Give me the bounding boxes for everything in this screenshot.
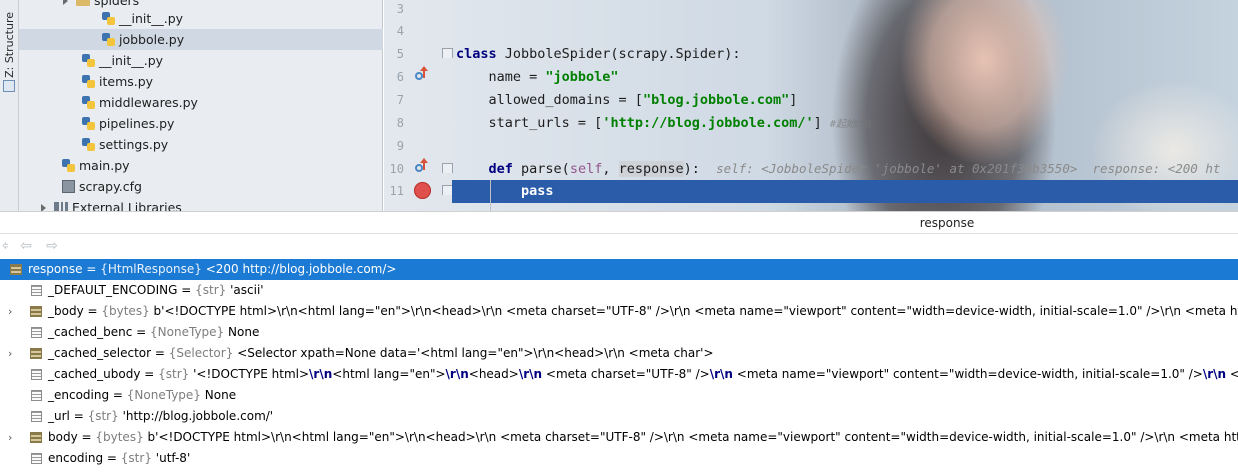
code-line-8: start_urls = ['http://blog.jobbole.com/'… bbox=[456, 115, 875, 131]
code-line-5: class JobboleSpider(scrapy.Spider): bbox=[456, 46, 741, 62]
tree-item-init-spiders[interactable]: __init__.py bbox=[19, 8, 383, 29]
editor-gutter[interactable]: 3 4 5 6 7 8 9 10 11 bbox=[384, 0, 453, 211]
field-icon bbox=[30, 306, 42, 317]
tree-item-scrapy-cfg[interactable]: scrapy.cfg bbox=[19, 176, 383, 197]
python-file-icon bbox=[102, 12, 115, 25]
line-number: 4 bbox=[396, 24, 404, 38]
field-icon bbox=[30, 432, 42, 443]
variable-icon bbox=[31, 285, 42, 296]
line-number: 3 bbox=[396, 2, 404, 16]
forward-arrow-icon[interactable]: ⇨ bbox=[44, 238, 60, 254]
line-number: 7 bbox=[396, 93, 404, 107]
line-number: 5 bbox=[396, 47, 404, 61]
variable-row-response[interactable]: response = {HtmlResponse} <200 http://bl… bbox=[0, 259, 1238, 280]
top-area: Z: Structure spiders __init__.py jobbole… bbox=[0, 0, 1238, 211]
variable-row[interactable]: _DEFAULT_ENCODING = {str} 'ascii' bbox=[0, 280, 1238, 301]
library-icon bbox=[54, 202, 68, 211]
python-file-icon bbox=[82, 54, 95, 67]
collapse-arrow-icon[interactable] bbox=[63, 0, 68, 5]
variable-row[interactable]: _cached_ubody = {str} '<!DOCTYPE html>\r… bbox=[0, 364, 1238, 385]
config-file-icon bbox=[62, 180, 75, 193]
python-file-icon bbox=[82, 138, 95, 151]
expand-arrow-icon[interactable]: › bbox=[8, 427, 18, 448]
tree-item-main[interactable]: main.py bbox=[19, 155, 383, 176]
line-number: 8 bbox=[396, 116, 404, 130]
indent-guide bbox=[490, 180, 491, 211]
line-number: 11 bbox=[389, 184, 404, 198]
project-tree: spiders __init__.py jobbole.py __init__.… bbox=[19, 0, 383, 211]
tree-item-items[interactable]: items.py bbox=[19, 71, 383, 92]
code-line-10: def parse(self, response): self: <Jobbol… bbox=[488, 161, 1221, 177]
code-editor[interactable]: 3 4 5 6 7 8 9 10 11 class JobboleSpider(… bbox=[384, 0, 1238, 211]
debug-panel-header: response bbox=[0, 211, 1238, 234]
fold-icon[interactable] bbox=[442, 163, 453, 173]
python-file-icon bbox=[82, 75, 95, 88]
python-file-icon bbox=[62, 159, 75, 172]
fold-icon[interactable] bbox=[442, 48, 453, 58]
folder-icon bbox=[76, 0, 90, 6]
python-file-icon bbox=[82, 96, 95, 109]
variable-icon bbox=[31, 327, 42, 338]
variable-row[interactable]: encoding = {str} 'utf-8' bbox=[0, 448, 1238, 469]
variable-icon bbox=[31, 453, 42, 464]
override-icon[interactable] bbox=[415, 66, 429, 82]
debug-nav-toolbar: ⇦ ⇦ ⇨ bbox=[0, 234, 1238, 258]
variable-row[interactable]: › _body = {bytes} b'<!DOCTYPE html>\r\n<… bbox=[0, 301, 1238, 322]
current-execution-line: pass bbox=[452, 180, 1238, 203]
inline-debug-hint: self: <JobboleSpider 'jobbole' at 0x201f… bbox=[716, 161, 1221, 176]
override-icon[interactable] bbox=[415, 158, 429, 174]
structure-tab[interactable]: Z: Structure bbox=[2, 12, 17, 78]
line-number: 6 bbox=[396, 70, 404, 84]
line-number: 10 bbox=[389, 162, 404, 176]
tree-item-init[interactable]: __init__.py bbox=[19, 50, 383, 71]
expand-arrow-icon[interactable] bbox=[41, 204, 46, 211]
variable-icon bbox=[31, 369, 42, 380]
variable-row[interactable]: › _cached_selector = {Selector} <Selecto… bbox=[0, 343, 1238, 364]
breakpoint-icon[interactable] bbox=[414, 182, 431, 199]
variable-icon bbox=[31, 390, 42, 401]
left-tool-strip: Z: Structure bbox=[0, 0, 19, 211]
line-number: 9 bbox=[396, 139, 404, 153]
tree-item-pipelines[interactable]: pipelines.py bbox=[19, 113, 383, 134]
expand-arrow-icon[interactable]: › bbox=[8, 343, 18, 364]
tree-item-external-libraries[interactable]: External Libraries bbox=[19, 197, 383, 211]
code-line-6: name = "jobbole" bbox=[456, 69, 619, 85]
tree-item-jobbole[interactable]: jobbole.py bbox=[19, 29, 383, 50]
tree-item-settings[interactable]: settings.py bbox=[19, 134, 383, 155]
variable-row[interactable]: › body = {bytes} b'<!DOCTYPE html>\r\n<h… bbox=[0, 427, 1238, 448]
python-file-icon bbox=[82, 117, 95, 130]
variables-tree: response = {HtmlResponse} <200 http://bl… bbox=[0, 259, 1238, 472]
code-line-11: pass bbox=[521, 183, 554, 199]
nav-edge-icon: ⇦ bbox=[2, 238, 8, 254]
back-arrow-icon[interactable]: ⇦ bbox=[18, 238, 34, 254]
python-file-icon bbox=[102, 33, 115, 46]
tree-item-middlewares[interactable]: middlewares.py bbox=[19, 92, 383, 113]
debug-panel-title: response bbox=[919, 216, 975, 230]
variable-row[interactable]: _url = {str} 'http://blog.jobbole.com/' bbox=[0, 406, 1238, 427]
code-line-7: allowed_domains = ["blog.jobbole.com"] bbox=[456, 92, 798, 108]
expand-arrow-icon[interactable]: › bbox=[8, 301, 18, 322]
variable-row[interactable]: _encoding = {NoneType} None bbox=[0, 385, 1238, 406]
field-icon bbox=[10, 264, 22, 275]
variable-icon bbox=[31, 411, 42, 422]
structure-icon[interactable] bbox=[3, 80, 15, 92]
field-icon bbox=[30, 348, 42, 359]
variable-row[interactable]: _cached_benc = {NoneType} None bbox=[0, 322, 1238, 343]
